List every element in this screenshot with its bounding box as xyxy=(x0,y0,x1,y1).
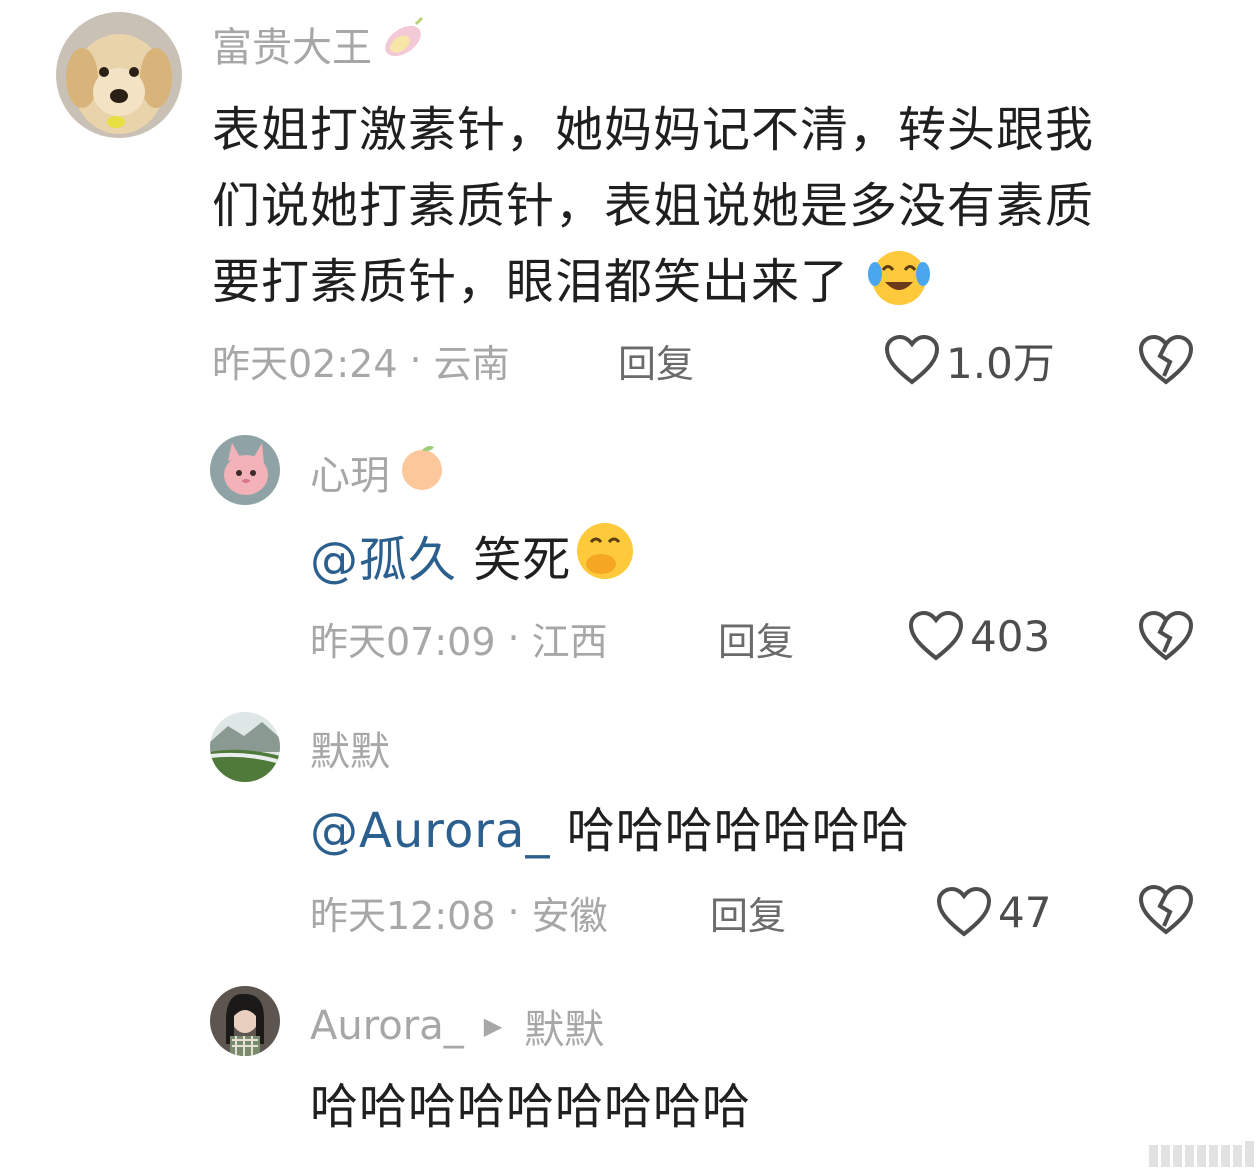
comment-text: 表姐打激素针，她妈妈记不清，转头跟我 们说她打素质针，表姐说她是多没有素质 要打… xyxy=(212,92,1192,328)
reply-wrap: 回复 xyxy=(710,886,786,938)
heart-icon xyxy=(908,610,964,661)
like-count: 1.0万 xyxy=(946,338,1055,388)
watermark-logo xyxy=(1120,1137,1260,1171)
dislike-button[interactable] xyxy=(1138,884,1194,940)
reply-arrow-icon: ▶ xyxy=(483,1012,503,1040)
avatar[interactable] xyxy=(210,435,280,505)
mention-link[interactable]: @孤久 xyxy=(310,532,457,588)
crying-laughing-emoji-icon xyxy=(865,244,933,328)
like-button[interactable]: 1.0万 xyxy=(884,330,1055,390)
broken-heart-icon xyxy=(1138,334,1194,385)
reply-to-username[interactable]: 默默 xyxy=(524,997,604,1055)
orange-emoji-icon xyxy=(396,441,448,503)
like-count: 403 xyxy=(970,611,1051,661)
comment-text-content: 哈哈哈哈哈哈哈哈哈 xyxy=(310,1079,752,1135)
username[interactable]: 默默 xyxy=(310,720,390,776)
username-text: Aurora_ xyxy=(310,1003,464,1049)
dislike-button[interactable] xyxy=(1138,610,1194,666)
heart-icon xyxy=(936,886,992,937)
broken-heart-icon xyxy=(1138,884,1194,935)
reply-button[interactable]: 回复 xyxy=(710,885,786,940)
username-text: 富贵大王 xyxy=(212,25,372,71)
reply-button[interactable]: 回复 xyxy=(718,611,794,666)
comment-meta: 昨天12:08 · 安徽 xyxy=(310,886,608,938)
broken-heart-icon xyxy=(1138,610,1194,661)
comment-text: 哈哈哈哈哈哈哈哈哈 xyxy=(310,1072,751,1142)
reply-button[interactable]: 回复 xyxy=(618,333,694,388)
comment-thread: 富贵大王 表姐打激素针，她妈妈记不清，转头跟我 们说她打素质针，表姐说她是多没有… xyxy=(0,0,1260,1171)
sweet-potato-emoji-icon xyxy=(378,14,428,74)
avatar[interactable] xyxy=(210,712,280,782)
reply-wrap: 回复 xyxy=(718,612,794,664)
dislike-button[interactable] xyxy=(1138,334,1194,390)
meta-separator: · xyxy=(507,890,520,934)
like-count: 47 xyxy=(998,887,1052,937)
avatar[interactable] xyxy=(210,986,280,1056)
comment-text-line: 要打素质针，眼泪都笑出来了 xyxy=(212,254,850,310)
username-text: 心玥 xyxy=(310,453,390,499)
avatar[interactable] xyxy=(56,12,182,138)
like-button[interactable]: 47 xyxy=(936,882,1051,942)
covering-mouth-emoji-icon xyxy=(571,518,639,603)
comment-text-content: 笑死 xyxy=(473,532,572,588)
username[interactable]: 心玥 xyxy=(310,442,448,502)
username[interactable]: 富贵大王 xyxy=(212,14,428,74)
username[interactable]: Aurora_ ▶ 默默 xyxy=(310,998,604,1054)
comment-time: 昨天07:09 xyxy=(310,619,496,664)
comment-time: 昨天12:08 xyxy=(310,893,496,938)
comment-time: 昨天02:24 xyxy=(212,341,398,386)
comment-meta: 昨天07:09 · 江西 xyxy=(310,612,608,664)
username-text: 默默 xyxy=(310,729,390,775)
comment-location: 安徽 xyxy=(531,893,608,938)
meta-separator: · xyxy=(409,338,422,382)
comment-text: @孤久 笑死 xyxy=(310,518,639,603)
like-button[interactable]: 403 xyxy=(908,606,1050,666)
comment-location: 江西 xyxy=(531,619,608,664)
mention-link[interactable]: @Aurora_ xyxy=(310,803,550,859)
heart-icon xyxy=(884,334,940,385)
comment-text-line: 们说她打素质针，表姐说她是多没有素质 xyxy=(212,178,1095,234)
comment-text: @Aurora_ 哈哈哈哈哈哈哈 xyxy=(310,796,910,866)
comment-text-content: 哈哈哈哈哈哈哈 xyxy=(566,803,910,859)
comment-text-line-last: 要打素质针，眼泪都笑出来了 xyxy=(212,244,1192,328)
comment-meta: 昨天02:24 · 云南 xyxy=(212,334,510,386)
comment-location: 云南 xyxy=(433,341,510,386)
comment-text-line: 表姐打激素针，她妈妈记不清，转头跟我 xyxy=(212,102,1095,158)
reply-wrap: 回复 xyxy=(618,334,694,386)
meta-separator: · xyxy=(507,616,520,660)
